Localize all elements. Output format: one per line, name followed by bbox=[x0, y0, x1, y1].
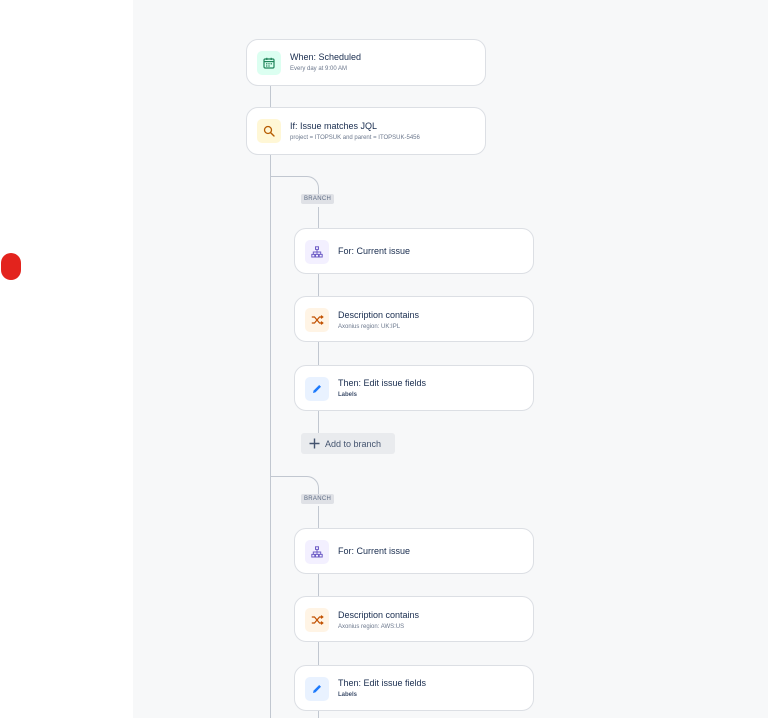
description-condition-subtitle: Axonius region: UK:IPL bbox=[338, 324, 401, 330]
pencil-icon bbox=[305, 377, 329, 401]
branch-connector bbox=[270, 476, 319, 491]
rule-canvas: When: Scheduled Every day at 9:00 AM If:… bbox=[133, 0, 768, 718]
condition-title: If: Issue matches JQL bbox=[290, 121, 378, 131]
connector-line bbox=[318, 642, 319, 666]
description-condition-title: Description contains bbox=[338, 610, 420, 620]
branch-connector bbox=[270, 176, 319, 191]
for-current-issue-card[interactable]: For: Current issue bbox=[294, 528, 534, 574]
action-subtitle: Labels bbox=[338, 692, 358, 698]
shuffle-icon bbox=[305, 308, 329, 332]
condition-subtitle: project = ITOPSUK and parent = ITOPSUK-5… bbox=[290, 135, 420, 141]
action-title: Then: Edit issue fields bbox=[338, 378, 427, 388]
connector-line bbox=[318, 574, 319, 597]
trigger-card[interactable]: When: Scheduled Every day at 9:00 AM bbox=[246, 39, 486, 86]
action-title: Then: Edit issue fields bbox=[338, 678, 427, 688]
jql-condition-card[interactable]: If: Issue matches JQL project = ITOPSUK … bbox=[246, 107, 486, 155]
shuffle-icon bbox=[305, 608, 329, 632]
for-title: For: Current issue bbox=[338, 246, 411, 256]
plus-icon bbox=[309, 438, 320, 449]
for-title: For: Current issue bbox=[338, 546, 411, 556]
connector-line bbox=[318, 411, 319, 433]
connector-line bbox=[270, 155, 271, 718]
red-marker bbox=[1, 253, 21, 280]
add-to-branch-button[interactable]: Add to branch bbox=[301, 433, 395, 454]
connector-line bbox=[318, 207, 319, 229]
connector-line bbox=[318, 506, 319, 529]
search-icon bbox=[257, 119, 281, 143]
calendar-icon bbox=[257, 51, 281, 75]
hierarchy-icon bbox=[305, 240, 329, 264]
hierarchy-icon bbox=[305, 540, 329, 564]
left-pane bbox=[0, 0, 133, 718]
trigger-title: When: Scheduled bbox=[290, 52, 362, 62]
connector-line bbox=[318, 710, 319, 718]
edit-issue-fields-card[interactable]: Then: Edit issue fields Labels bbox=[294, 365, 534, 411]
branch-tag: BRANCH bbox=[301, 194, 335, 204]
description-condition-subtitle: Axonius region: AWS:US bbox=[338, 624, 405, 630]
description-condition-card[interactable]: Description contains Axonius region: AWS… bbox=[294, 596, 534, 642]
pencil-icon bbox=[305, 677, 329, 701]
trigger-subtitle: Every day at 9:00 AM bbox=[290, 66, 348, 72]
connector-line bbox=[318, 274, 319, 297]
action-subtitle: Labels bbox=[338, 392, 358, 398]
edit-issue-fields-card[interactable]: Then: Edit issue fields Labels bbox=[294, 665, 534, 711]
description-condition-title: Description contains bbox=[338, 310, 420, 320]
add-to-branch-label: Add to branch bbox=[325, 438, 382, 449]
branch-tag: BRANCH bbox=[301, 494, 335, 504]
for-current-issue-card[interactable]: For: Current issue bbox=[294, 228, 534, 274]
connector-line bbox=[318, 342, 319, 366]
connector-line bbox=[270, 86, 271, 108]
description-condition-card[interactable]: Description contains Axonius region: UK:… bbox=[294, 296, 534, 342]
